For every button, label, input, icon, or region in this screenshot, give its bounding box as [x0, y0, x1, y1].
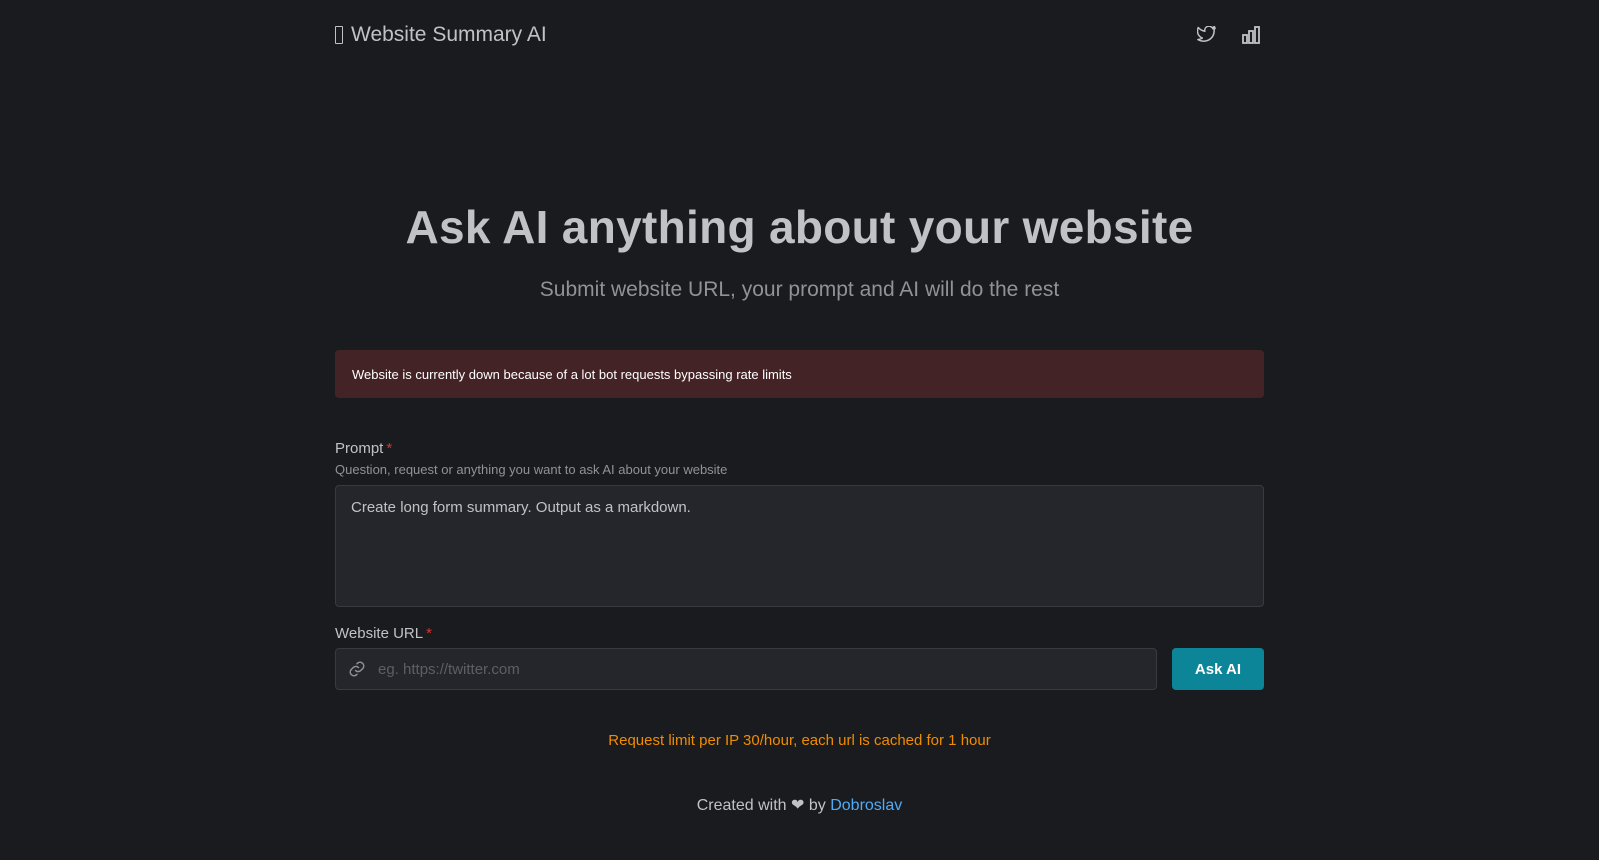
- twitter-icon[interactable]: [1196, 24, 1218, 46]
- alert-text: Website is currently down because of a l…: [352, 366, 792, 382]
- rate-limit-note: Request limit per IP 30/hour, each url i…: [608, 732, 991, 749]
- url-field[interactable]: [335, 648, 1157, 690]
- brand[interactable]: Website Summary AI: [335, 23, 547, 47]
- ask-ai-button[interactable]: Ask AI: [1172, 648, 1264, 690]
- url-label-text: Website URL: [335, 625, 424, 642]
- link-icon: [336, 649, 378, 689]
- url-input[interactable]: [378, 649, 1156, 689]
- footer-prefix: Created with ❤ by: [696, 797, 831, 814]
- footer: Created with ❤ by Dobroslav: [0, 795, 1599, 815]
- header-icons: [1196, 24, 1262, 46]
- brand-title: Website Summary AI: [351, 23, 547, 46]
- status-alert: Website is currently down because of a l…: [335, 350, 1264, 398]
- required-mark: *: [426, 625, 432, 642]
- brand-icon: [335, 26, 343, 44]
- prompt-description: Question, request or anything you want t…: [335, 462, 728, 477]
- prompt-label-text: Prompt: [335, 440, 384, 457]
- header: Website Summary AI: [335, 18, 1264, 52]
- prompt-label: Prompt *: [335, 440, 392, 457]
- url-label: Website URL *: [335, 625, 432, 642]
- required-mark: *: [386, 440, 393, 457]
- bar-chart-icon[interactable]: [1240, 24, 1262, 46]
- prompt-textarea[interactable]: Create long form summary. Output as a ma…: [335, 485, 1264, 607]
- author-link[interactable]: Dobroslav: [830, 797, 902, 814]
- page-title: Ask AI anything about your website: [405, 201, 1194, 253]
- page-subtitle: Submit website URL, your prompt and AI w…: [539, 278, 1060, 301]
